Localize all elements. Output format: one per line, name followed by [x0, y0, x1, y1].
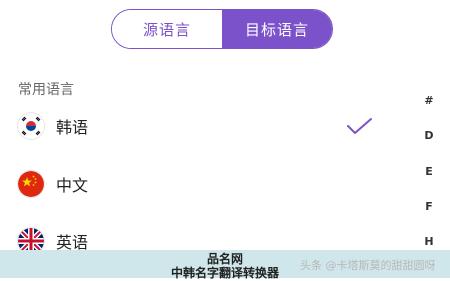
china-flag-icon — [18, 171, 44, 197]
index-letter-e[interactable]: E — [418, 165, 440, 178]
checkmark-icon — [344, 116, 374, 136]
korea-flag-icon — [18, 113, 44, 139]
index-letter-h[interactable]: H — [418, 235, 440, 248]
common-languages-heading: 常用语言 — [18, 82, 74, 98]
language-name: 韩语 — [56, 118, 89, 137]
index-letter-hash[interactable]: # — [418, 94, 440, 107]
language-mode-toggle: 源语言 目标语言 — [111, 9, 333, 49]
language-item-chinese[interactable]: 中文 — [0, 164, 400, 204]
language-name: 中文 — [56, 176, 89, 195]
language-item-korean[interactable]: 韩语 — [0, 106, 400, 146]
source-language-tab[interactable]: 源语言 — [112, 10, 222, 48]
index-letter-f[interactable]: F — [418, 200, 440, 213]
watermark-credit: 头条 @卡塔斯莫的甜甜圆呀 — [300, 259, 436, 272]
target-language-tab[interactable]: 目标语言 — [222, 10, 332, 48]
index-letter-d[interactable]: D — [418, 129, 440, 142]
